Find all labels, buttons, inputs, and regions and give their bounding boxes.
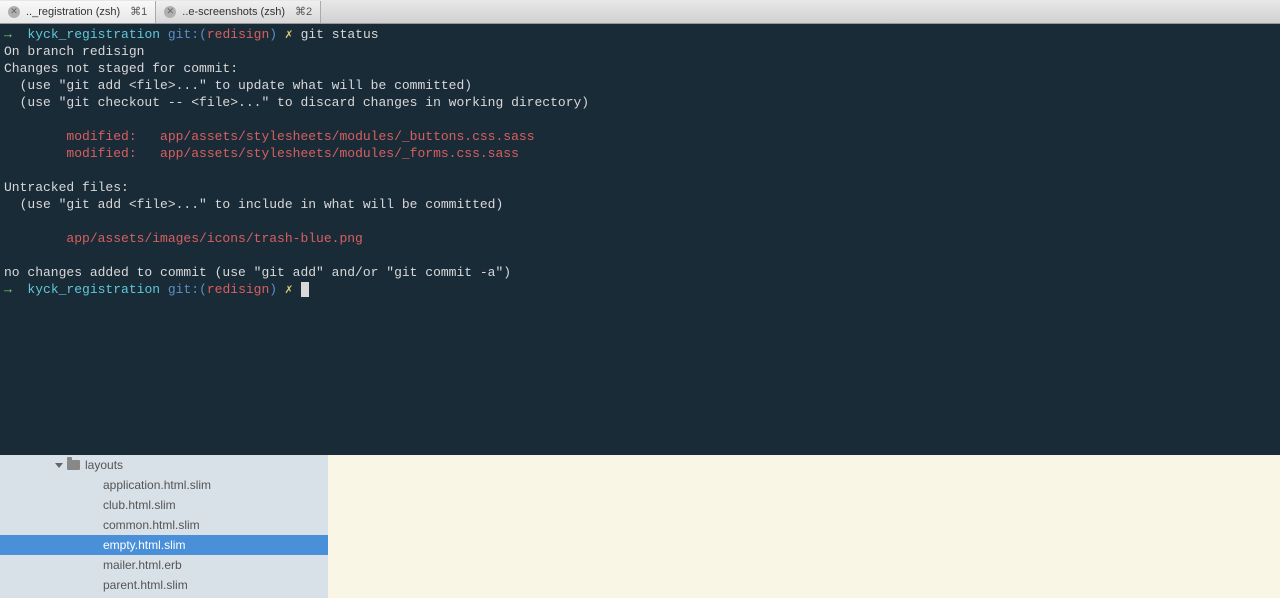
terminal-tab-2[interactable]: ✕ ..e-screenshots (zsh) ⌘2 <box>156 1 321 23</box>
tree-file[interactable]: parent.html.slim <box>0 575 328 595</box>
prompt-line: → kyck_registration git:(redisign) ✗ git… <box>4 26 1276 43</box>
tab-title: ..e-screenshots (zsh) <box>182 6 285 18</box>
prompt-git-close: ) <box>269 282 277 297</box>
tree-file-label: mailer.html.erb <box>103 558 182 572</box>
prompt-branch: redisign <box>207 282 269 297</box>
cursor <box>301 282 309 297</box>
prompt-arrow-icon: → <box>4 27 12 42</box>
output-line: (use "git add <file>..." to update what … <box>4 77 1276 94</box>
terminal-panel[interactable]: → kyck_registration git:(redisign) ✗ git… <box>0 24 1280 455</box>
output-blank <box>4 213 1276 230</box>
prompt-arrow-icon: → <box>4 282 12 297</box>
tree-file-label: empty.html.slim <box>103 538 185 552</box>
tree-file[interactable]: club.html.slim <box>0 495 328 515</box>
output-line: (use "git add <file>..." to include in w… <box>4 196 1276 213</box>
editor-area[interactable] <box>328 455 1280 598</box>
tree-file-label: application.html.slim <box>103 478 211 492</box>
prompt-git-label: git:( <box>168 282 207 297</box>
prompt-git-close: ) <box>269 27 277 42</box>
prompt-git-label: git:( <box>168 27 207 42</box>
output-line: (use "git checkout -- <file>..." to disc… <box>4 94 1276 111</box>
tree-file-label: parent.html.slim <box>103 578 188 592</box>
tree-folder-layouts[interactable]: layouts <box>0 455 328 475</box>
output-modified-line: modified: app/assets/stylesheets/modules… <box>4 145 1276 162</box>
prompt-dirty-icon: ✗ <box>285 27 293 42</box>
output-modified-line: modified: app/assets/stylesheets/modules… <box>4 128 1276 145</box>
prompt-branch: redisign <box>207 27 269 42</box>
output-blank <box>4 162 1276 179</box>
prompt-directory: kyck_registration <box>27 282 160 297</box>
tree-file-selected[interactable]: empty.html.slim <box>0 535 328 555</box>
tab-title: .._registration (zsh) <box>26 6 120 18</box>
tab-shortcut: ⌘2 <box>295 5 312 18</box>
prompt-dirty-icon: ✗ <box>285 282 293 297</box>
terminal-tab-1[interactable]: ✕ .._registration (zsh) ⌘1 <box>0 1 156 23</box>
output-blank <box>4 247 1276 264</box>
output-line: no changes added to commit (use "git add… <box>4 264 1276 281</box>
file-tree-sidebar[interactable]: layouts application.html.slim club.html.… <box>0 455 328 598</box>
close-icon[interactable]: ✕ <box>8 6 20 18</box>
tree-file[interactable]: application.html.slim <box>0 475 328 495</box>
output-line: Changes not staged for commit: <box>4 60 1276 77</box>
output-untracked-line: app/assets/images/icons/trash-blue.png <box>4 230 1276 247</box>
output-blank <box>4 111 1276 128</box>
output-line: Untracked files: <box>4 179 1276 196</box>
tab-bar: ✕ .._registration (zsh) ⌘1 ✕ ..e-screens… <box>0 0 1280 24</box>
tab-shortcut: ⌘1 <box>130 5 147 18</box>
bottom-panel: layouts application.html.slim club.html.… <box>0 455 1280 598</box>
prompt-line: → kyck_registration git:(redisign) ✗ <box>4 281 1276 298</box>
tree-folder-label: layouts <box>85 458 123 472</box>
tree-file-label: club.html.slim <box>103 498 176 512</box>
command-text: git status <box>301 27 379 42</box>
chevron-down-icon <box>55 463 63 468</box>
tree-file-label: common.html.slim <box>103 518 200 532</box>
tree-file[interactable]: common.html.slim <box>0 515 328 535</box>
close-icon[interactable]: ✕ <box>164 6 176 18</box>
tree-file[interactable]: mailer.html.erb <box>0 555 328 575</box>
folder-icon <box>67 460 80 470</box>
output-line: On branch redisign <box>4 43 1276 60</box>
prompt-directory: kyck_registration <box>27 27 160 42</box>
